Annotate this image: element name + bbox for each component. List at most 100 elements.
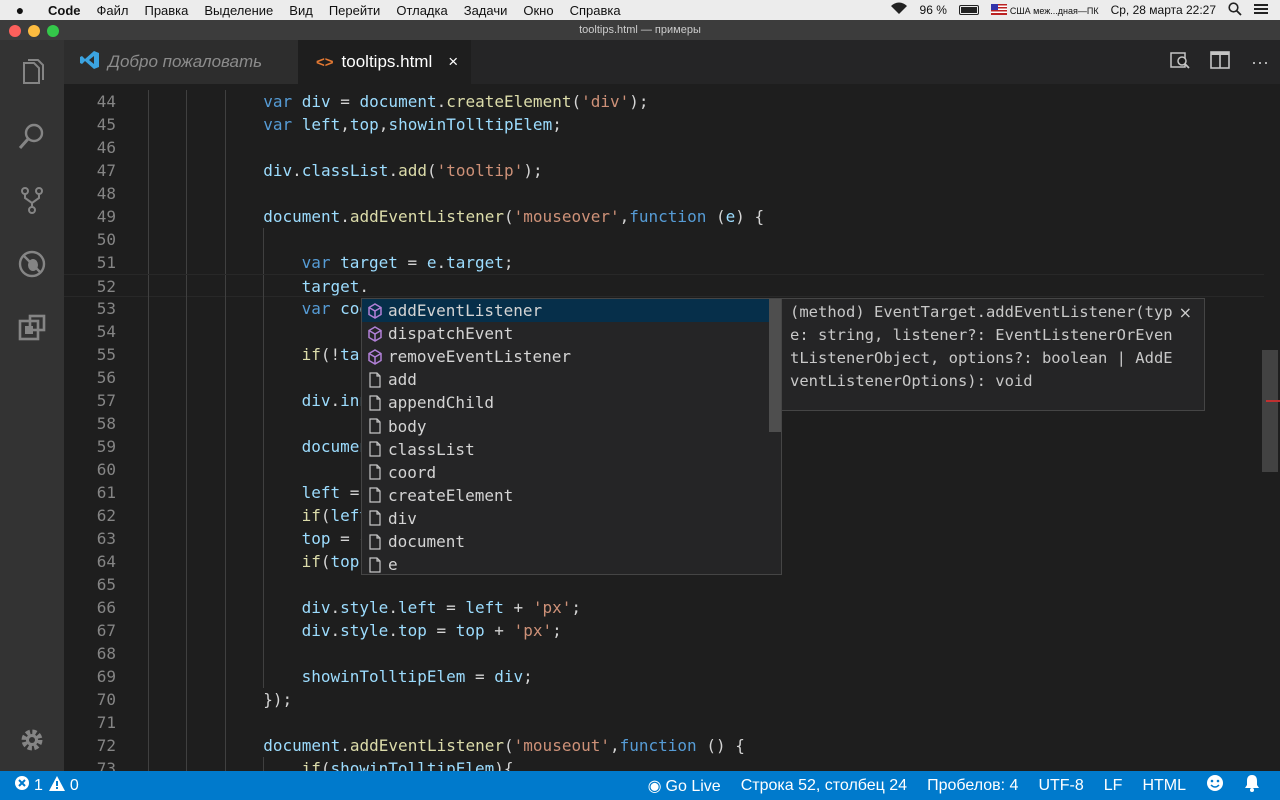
code-line[interactable]: 70}); [64, 688, 1264, 711]
code-token: , [378, 115, 389, 134]
menu-window[interactable]: Окно [515, 3, 561, 18]
more-actions-icon[interactable]: ··· [1240, 52, 1280, 73]
code-line[interactable]: 65 [64, 573, 1264, 596]
text-document-icon [362, 395, 388, 411]
spotlight-search-icon[interactable] [1228, 1, 1242, 19]
notification-center-icon[interactable] [1254, 3, 1268, 18]
notifications-bell-icon[interactable] [1244, 774, 1260, 797]
code-line[interactable]: 52 target. [64, 274, 1264, 298]
menu-selection[interactable]: Выделение [196, 3, 281, 18]
menu-app-name[interactable]: Code [40, 3, 89, 18]
apple-menu-icon[interactable]: ● [0, 2, 40, 18]
zoom-window-button[interactable] [47, 25, 59, 37]
language-mode[interactable]: HTML [1142, 777, 1186, 795]
code-line[interactable]: 72 document.addEventListener('mouseout',f… [64, 734, 1264, 757]
code-token: ; [503, 253, 514, 272]
indent-guide [263, 412, 265, 435]
close-tab-icon[interactable]: × [448, 52, 458, 72]
problems-indicator[interactable]: 1 0 [14, 775, 79, 796]
minimize-window-button[interactable] [28, 25, 40, 37]
menu-help[interactable]: Справка [562, 3, 629, 18]
battery-percent[interactable]: 96 % [920, 3, 947, 17]
code-line[interactable]: 67 div.style.top = top + 'px'; [64, 619, 1264, 642]
menu-go[interactable]: Перейти [321, 3, 389, 18]
code-line[interactable]: 50 [64, 228, 1264, 251]
wifi-icon[interactable] [890, 2, 908, 18]
tab-tooltips-html[interactable]: <> tooltips.html × [298, 40, 471, 84]
code-line[interactable]: 68 [64, 642, 1264, 665]
feedback-smiley-icon[interactable] [1206, 774, 1224, 797]
indent-guide [224, 665, 226, 688]
indent-guide [186, 228, 188, 251]
debug-button[interactable] [0, 240, 64, 288]
suggestion-item[interactable]: classList [362, 438, 769, 461]
code-line[interactable]: 47 div.classList.add('tooltip'); [64, 159, 1264, 182]
code-line[interactable]: 45 var left,top,showinTolltipElem; [64, 113, 1264, 136]
battery-icon[interactable] [958, 5, 979, 15]
encoding[interactable]: UTF-8 [1038, 777, 1083, 795]
open-preview-icon[interactable] [1160, 50, 1200, 75]
indent-guide [186, 619, 188, 642]
line-number: 56 [96, 368, 116, 387]
indent-guide [224, 320, 226, 343]
code-token: = [436, 598, 466, 617]
suggestion-item[interactable]: removeEventListener [362, 345, 769, 368]
tab-welcome[interactable]: Добро пожаловать [64, 40, 298, 84]
menu-view[interactable]: Вид [281, 3, 321, 18]
code-line[interactable]: 71 [64, 711, 1264, 734]
method-cube-icon [362, 348, 388, 365]
suggestion-item[interactable]: addEventListener [362, 299, 769, 322]
code-line[interactable]: 46 [64, 136, 1264, 159]
suggestion-item[interactable]: div [362, 507, 769, 530]
suggestion-item[interactable]: body [362, 415, 769, 438]
suggestion-item[interactable]: coord [362, 461, 769, 484]
suggest-scrollbar-thumb[interactable] [769, 299, 781, 432]
debug-icon [18, 250, 46, 278]
indent-guide [148, 665, 149, 688]
editor-scrollbar-thumb[interactable] [1262, 350, 1278, 472]
go-live-button[interactable]: ◉ Go Live [648, 776, 721, 796]
keyboard-layout[interactable]: США меж...дная—ПК [990, 3, 1099, 17]
menu-edit[interactable]: Правка [136, 3, 196, 18]
code-line[interactable]: 73 if(showinTolltipElem){ [64, 757, 1264, 771]
suggestion-label: coord [388, 462, 437, 482]
code-line[interactable]: 69 showinTolltipElem = div; [64, 665, 1264, 688]
close-details-icon[interactable]: × [1179, 301, 1192, 324]
suggestion-item[interactable]: add [362, 368, 769, 391]
suggestion-item[interactable]: createElement [362, 484, 769, 507]
menu-file[interactable]: Файл [89, 3, 137, 18]
indent-guide [224, 642, 226, 665]
explorer-button[interactable] [0, 48, 64, 96]
menu-debug[interactable]: Отладка [388, 3, 455, 18]
search-button[interactable] [0, 112, 64, 160]
split-editor-icon[interactable] [1200, 50, 1240, 74]
end-of-line[interactable]: LF [1104, 777, 1123, 795]
suggestion-item[interactable]: document [362, 530, 769, 553]
suggestion-item[interactable]: dispatchEvent [362, 322, 769, 345]
gear-icon [21, 729, 43, 751]
activity-bar [0, 40, 64, 771]
code-text: showinTolltipElem = div; [302, 665, 533, 688]
cursor-position[interactable]: Строка 52, столбец 24 [741, 777, 907, 795]
code-token: . [292, 161, 302, 180]
code-token: . [388, 621, 398, 640]
indent-guide [186, 366, 188, 389]
text-document-icon [362, 464, 388, 480]
code-text: var coo [302, 297, 369, 320]
code-line[interactable]: 49 document.addEventListener('mouseover',… [64, 205, 1264, 228]
settings-button[interactable] [0, 716, 64, 764]
suggestion-item[interactable]: e [362, 553, 769, 574]
close-window-button[interactable] [9, 25, 21, 37]
code-line[interactable]: 48 [64, 182, 1264, 205]
code-token: add [398, 161, 427, 180]
suggestion-item[interactable]: appendChild [362, 391, 769, 414]
menu-tasks[interactable]: Задачи [456, 3, 516, 18]
source-control-button[interactable] [0, 176, 64, 224]
code-token: var [263, 92, 302, 111]
indentation[interactable]: Пробелов: 4 [927, 777, 1018, 795]
clock[interactable]: Ср, 28 марта 22:27 [1111, 3, 1216, 17]
code-line[interactable]: 51 var target = e.target; [64, 251, 1264, 274]
extensions-button[interactable] [0, 304, 64, 352]
code-line[interactable]: 44 var div = document.createElement('div'… [64, 90, 1264, 113]
code-line[interactable]: 66 div.style.left = left + 'px'; [64, 596, 1264, 619]
